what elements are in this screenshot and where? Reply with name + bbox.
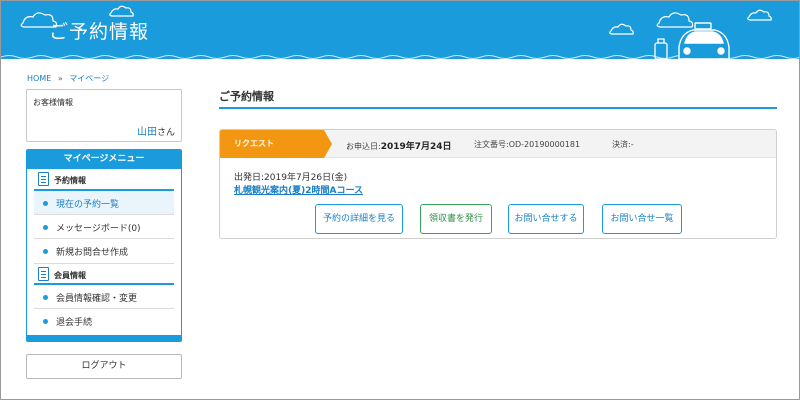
bullet-icon	[43, 201, 48, 206]
customer-honorific: さん	[156, 128, 175, 138]
view-details-button[interactable]: 予約の詳細を見る	[315, 204, 403, 234]
payment-label: 決済:	[612, 140, 631, 149]
member-card-icon	[38, 267, 49, 281]
page-title: ご予約情報	[219, 90, 274, 103]
applied-date-value: 2019年7月24日	[380, 142, 452, 152]
breadcrumb-separator: »	[57, 74, 63, 83]
menu-item-member-info[interactable]: 会員情報確認・変更	[34, 285, 174, 309]
issue-receipt-button[interactable]: 領収書を発行	[420, 204, 492, 234]
menu-item-label: 現在の予約一覧	[56, 200, 120, 210]
menu-item-message-board[interactable]: メッセージボード(0)	[34, 215, 174, 239]
order-number: 注文番号:OD-20190000181	[474, 139, 580, 150]
mypage-menu: マイページメニュー 予約情報 現在の予約一覧 メッセージボード(0) 新規お問合…	[26, 149, 182, 342]
departure-date-value: 2019年7月26日(金)	[264, 173, 348, 183]
departure-date-label: 出発日:	[234, 173, 265, 183]
inquiry-list-button[interactable]: お問い合せ一覧	[602, 204, 682, 234]
customer-name-value: 山田	[136, 127, 157, 138]
menu-section-label: 会員情報	[54, 271, 86, 280]
customer-info-box: お客様情報 山田さん	[26, 89, 182, 142]
taxi-icon	[678, 22, 730, 65]
order-number-label: 注文番号:	[474, 140, 509, 149]
menu-section-member: 会員情報	[34, 263, 174, 285]
reservation-card-header: リクエスト お申込日:2019年7月24日 注文番号:OD-2019000018…	[220, 130, 776, 158]
menu-section-label: 予約情報	[54, 176, 86, 185]
applied-date-label: お申込日:	[346, 142, 381, 151]
menu-item-label: 新規お問合せ作成	[56, 248, 129, 258]
suitcase-icon	[654, 38, 668, 63]
page-header: ご予約情報	[1, 1, 799, 65]
bullet-icon	[43, 249, 48, 254]
order-number-value: OD-20190000181	[508, 140, 581, 149]
bullet-icon	[43, 295, 48, 300]
breadcrumb-home-link[interactable]: HOME	[27, 74, 51, 83]
mypage-menu-title: マイページメニュー	[27, 150, 181, 169]
bullet-icon	[43, 225, 48, 230]
breadcrumb: HOME » マイページ	[27, 73, 113, 84]
menu-section-reservation: 予約情報	[34, 169, 174, 191]
customer-info-label: お客様情報	[33, 98, 73, 107]
menu-item-label: 会員情報確認・変更	[56, 294, 138, 304]
payment-status: 決済:-	[612, 139, 634, 150]
page-frame: ご予約情報 HOME » マイページ お客様情報 山田さん マイページメニュー …	[0, 0, 800, 400]
inquire-button[interactable]: お問い合せする	[508, 204, 584, 234]
menu-item-label: 退会手続	[56, 318, 93, 328]
title-divider	[219, 107, 777, 109]
tour-name-link[interactable]: 札幌観光案内(夏)2時間Aコース	[234, 183, 363, 196]
menu-bottom-bar	[27, 335, 181, 341]
applied-date: お申込日:2019年7月24日	[346, 139, 452, 152]
breadcrumb-mypage-link[interactable]: マイページ	[69, 74, 109, 83]
payment-value: -	[630, 140, 634, 149]
reservation-card: リクエスト お申込日:2019年7月24日 注文番号:OD-2019000018…	[219, 129, 777, 239]
menu-item-label: メッセージボード(0)	[56, 224, 141, 234]
bullet-icon	[43, 319, 48, 324]
logout-button[interactable]: ログアウト	[26, 354, 182, 379]
menu-item-current-reservations[interactable]: 現在の予約一覧	[34, 191, 174, 215]
menu-item-new-inquiry[interactable]: 新規お問合せ作成	[34, 239, 174, 263]
departure-date: 出発日:2019年7月26日(金)	[234, 170, 347, 183]
header-title: ご予約情報	[49, 21, 150, 43]
document-icon	[38, 172, 49, 186]
status-badge: リクエスト	[220, 130, 332, 158]
customer-name: 山田さん	[137, 123, 175, 138]
menu-item-withdraw[interactable]: 退会手続	[34, 309, 174, 333]
